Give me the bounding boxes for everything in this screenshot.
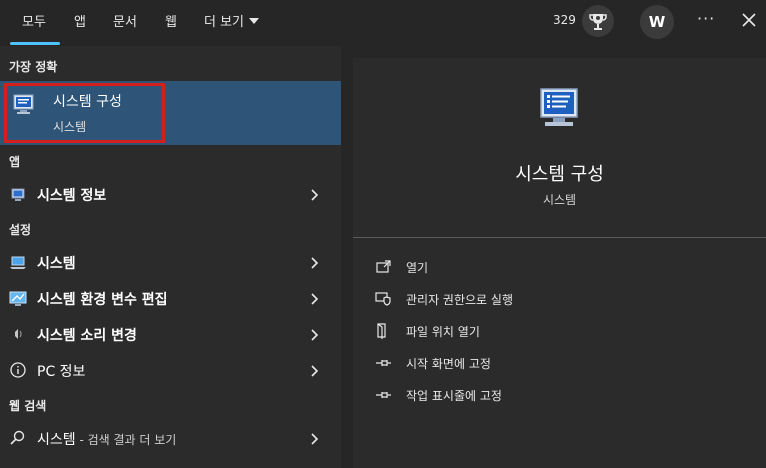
apps-header: 앱 — [9, 155, 21, 169]
info-icon — [9, 361, 27, 379]
list-item-web-search[interactable]: 시스템 - 검색 결과 더 보기 — [0, 421, 341, 455]
action-label: 파일 위치 열기 — [406, 325, 480, 339]
list-item-label: 시스템 소리 변경 — [37, 328, 137, 344]
system-info-icon — [9, 185, 27, 203]
tab-all[interactable]: 모두 — [22, 11, 46, 30]
chevron-down-icon — [249, 18, 260, 24]
rewards-trophy-icon[interactable] — [582, 5, 614, 37]
best-match-title: 시스템 구성 — [53, 94, 122, 110]
chevron-right-icon[interactable] — [310, 431, 320, 445]
list-item-edit-environment-variables[interactable]: 시스템 환경 변수 편집 — [0, 281, 341, 315]
file-location-icon — [375, 323, 393, 339]
action-label: 작업 표시줄에 고정 — [406, 389, 502, 403]
best-match-header: 가장 정확 — [9, 60, 58, 74]
laptop-settings-icon — [9, 253, 27, 271]
chevron-right-icon[interactable] — [310, 363, 320, 377]
system-configuration-icon — [11, 93, 37, 117]
web-search-header: 웹 검색 — [9, 399, 47, 413]
list-item-label: 시스템 — [37, 256, 76, 272]
settings-header: 설정 — [9, 223, 32, 237]
tab-apps[interactable]: 앱 — [74, 11, 86, 30]
search-icon — [9, 429, 27, 447]
best-match-subtitle: 시스템 — [53, 120, 87, 134]
open-icon — [375, 259, 393, 275]
system-configuration-large-icon — [535, 85, 583, 137]
tab-more[interactable]: 더 보기 — [204, 11, 260, 30]
web-search-suffix: - 검색 결과 더 보기 — [75, 433, 177, 447]
web-search-term: 시스템 — [37, 432, 76, 448]
active-tab-indicator — [10, 42, 60, 45]
tab-documents[interactable]: 문서 — [113, 11, 137, 30]
pin-icon — [375, 355, 393, 371]
close-icon[interactable] — [739, 10, 759, 30]
rewards-points: 329 — [553, 13, 576, 27]
account-avatar[interactable]: W — [640, 5, 674, 39]
action-run-as-admin[interactable]: 관리자 권한으로 실행 — [375, 288, 755, 312]
list-item-system[interactable]: 시스템 — [0, 245, 341, 279]
more-options-icon[interactable]: ··· — [697, 9, 715, 28]
chevron-right-icon[interactable] — [310, 187, 320, 201]
action-label: 열기 — [406, 261, 429, 275]
list-item-label: 시스템 정보 — [37, 188, 107, 204]
search-filter-bar: 모두 앱 문서 웹 더 보기 329 W ··· — [0, 0, 766, 46]
details-subtitle: 시스템 — [542, 193, 577, 207]
details-title: 시스템 구성 — [515, 164, 604, 185]
action-pin-to-start[interactable]: 시작 화면에 고정 — [375, 352, 755, 376]
list-item-change-system-sounds[interactable]: 시스템 소리 변경 — [0, 317, 341, 351]
action-open-file-location[interactable]: 파일 위치 열기 — [375, 320, 755, 344]
action-open[interactable]: 열기 — [375, 256, 755, 280]
pin-icon — [375, 387, 393, 403]
chevron-right-icon[interactable] — [310, 327, 320, 341]
action-label: 시작 화면에 고정 — [406, 357, 491, 371]
details-divider — [353, 237, 766, 238]
action-label: 관리자 권한으로 실행 — [406, 293, 513, 307]
tab-web[interactable]: 웹 — [165, 11, 177, 30]
admin-shield-icon — [375, 291, 393, 307]
list-item-system-info[interactable]: 시스템 정보 — [0, 177, 341, 211]
environment-variables-icon — [9, 289, 27, 307]
chevron-right-icon[interactable] — [310, 291, 320, 305]
list-item-label: 시스템 환경 변수 편집 — [37, 292, 168, 308]
tab-more-label: 더 보기 — [204, 15, 245, 30]
speaker-icon — [9, 325, 27, 343]
chevron-right-icon[interactable] — [310, 255, 320, 269]
list-item-label: PC 정보 — [37, 364, 86, 380]
action-pin-to-taskbar[interactable]: 작업 표시줄에 고정 — [375, 384, 755, 408]
list-item-pc-info[interactable]: PC 정보 — [0, 353, 341, 387]
list-item-label: 시스템 - 검색 결과 더 보기 — [37, 429, 176, 449]
